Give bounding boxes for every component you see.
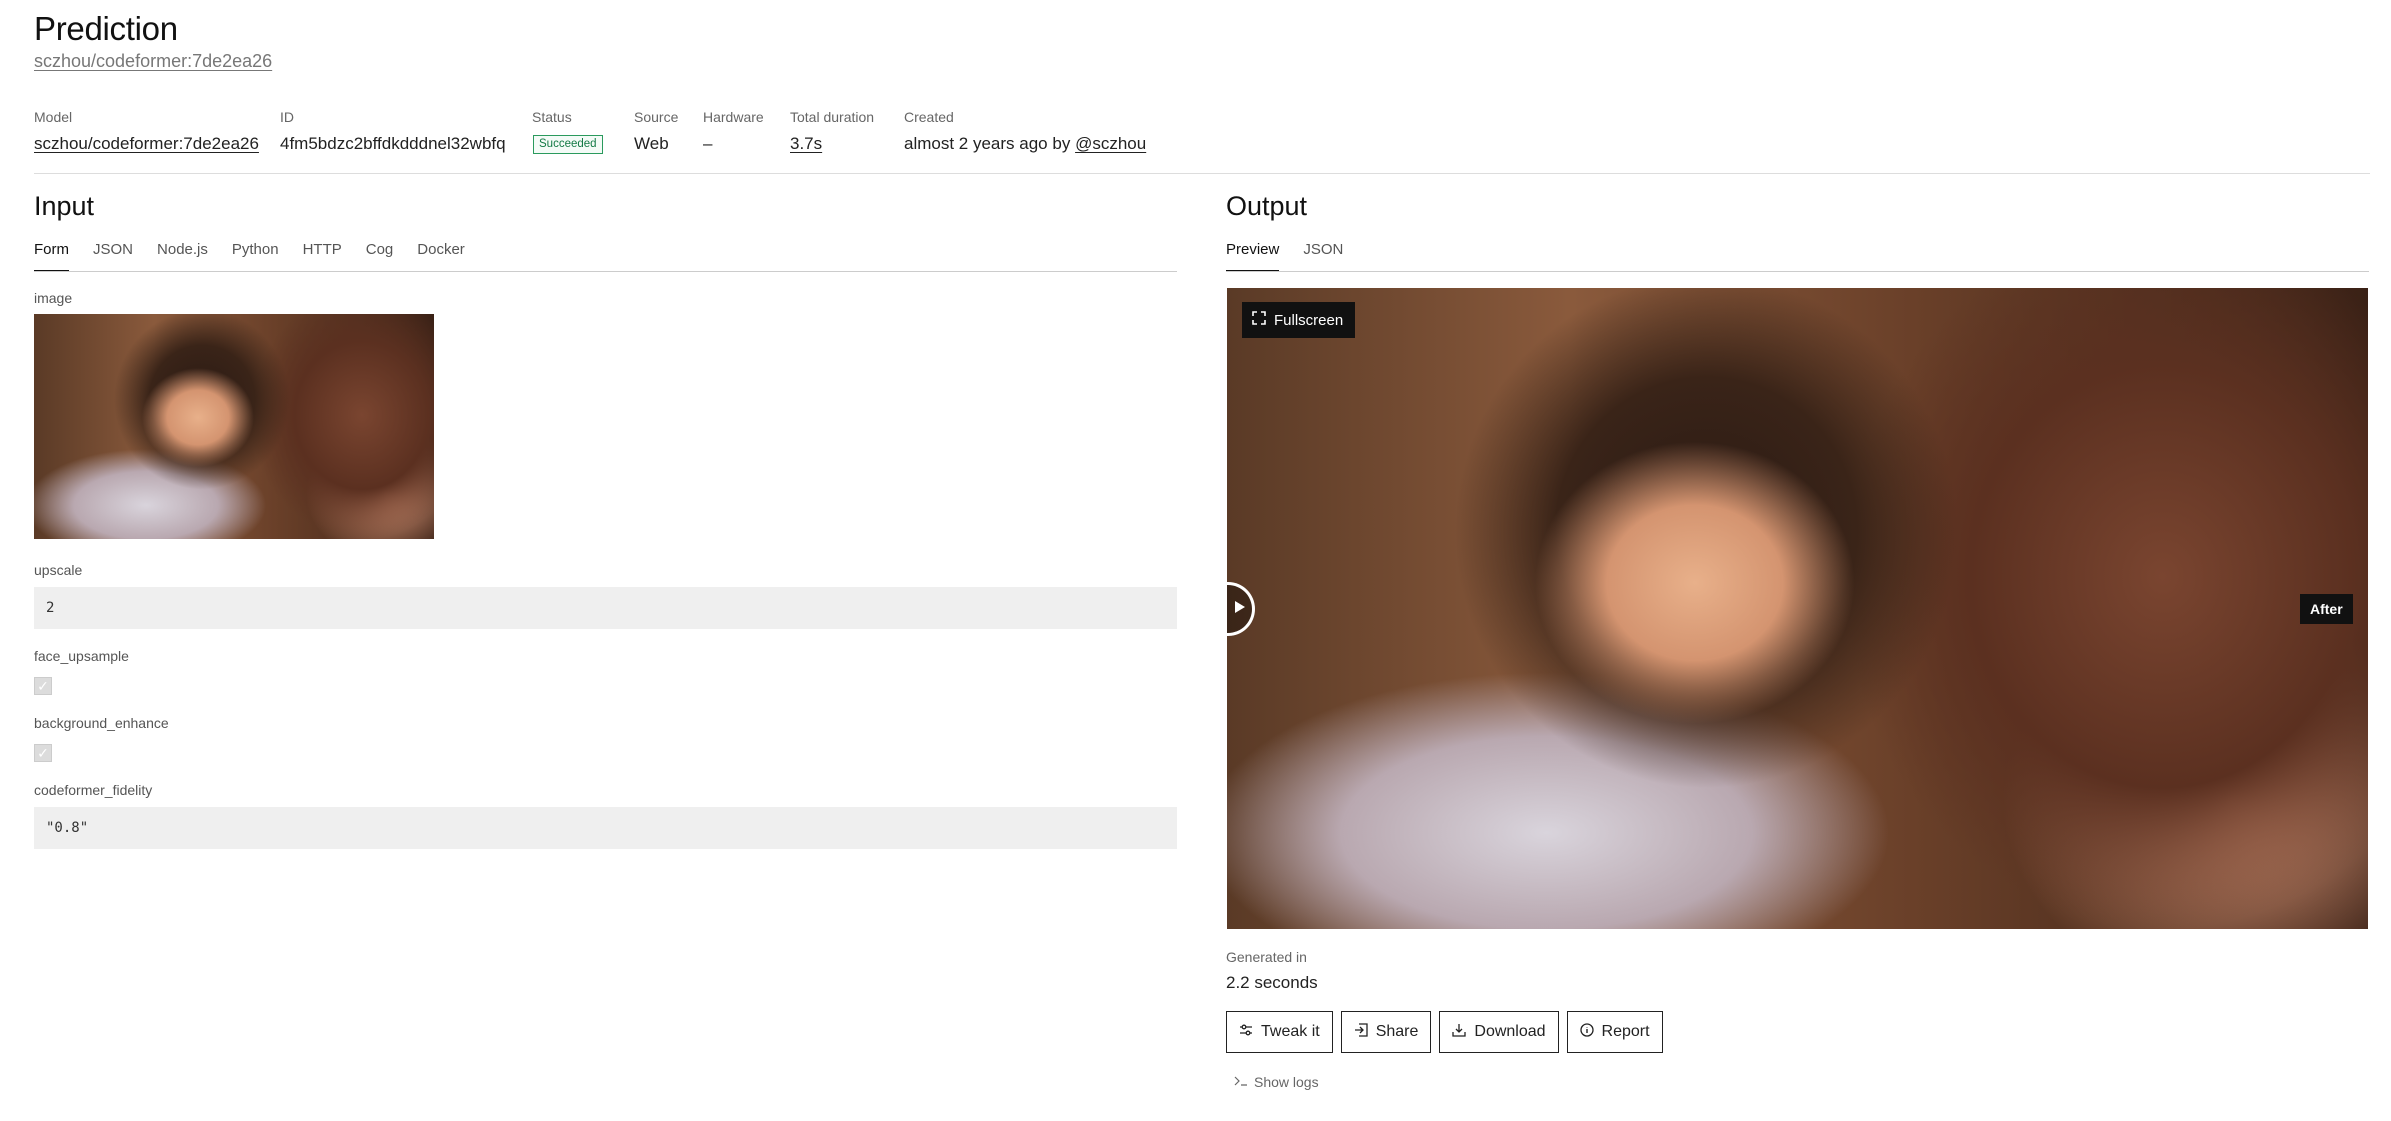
input-tabs-divider: [34, 271, 1177, 272]
input-image[interactable]: [34, 314, 434, 539]
created-label: Created: [904, 109, 954, 125]
share-icon: [1354, 1022, 1368, 1042]
output-tabs-divider: [1226, 271, 2369, 272]
created-by: by: [1052, 134, 1071, 153]
codeformer-fidelity-input[interactable]: "0.8": [34, 807, 1177, 849]
tab-preview[interactable]: Preview: [1226, 241, 1280, 272]
output-title: Output: [1226, 191, 1308, 221]
output-actions: Tweak it Share Download Report: [1226, 1011, 1663, 1053]
tab-python[interactable]: Python: [232, 241, 279, 272]
download-button[interactable]: Download: [1439, 1011, 1559, 1053]
play-triangle-icon: [1234, 600, 1246, 619]
tab-cog[interactable]: Cog: [366, 241, 394, 272]
duration-value[interactable]: 3.7s: [790, 134, 822, 154]
download-icon: [1452, 1023, 1467, 1042]
download-label: Download: [1474, 1023, 1546, 1040]
tweak-it-button[interactable]: Tweak it: [1226, 1011, 1333, 1053]
share-button[interactable]: Share: [1340, 1011, 1432, 1053]
face-upsample-checkbox[interactable]: ✓: [34, 677, 52, 695]
created-value: almost 2 years ago by @sczhou: [904, 134, 1146, 154]
model-link[interactable]: sczhou/codeformer:7de2ea26: [34, 134, 259, 154]
input-title: Input: [34, 191, 95, 221]
info-circle-icon: [1579, 1022, 1594, 1042]
hardware-value: –: [703, 134, 713, 153]
upscale-label: upscale: [34, 562, 83, 578]
upscale-input[interactable]: 2: [34, 587, 1177, 629]
fullscreen-button[interactable]: Fullscreen: [1242, 302, 1356, 338]
generated-value: 2.2 seconds: [1226, 973, 1318, 992]
tab-form[interactable]: Form: [34, 241, 69, 272]
tab-output-json[interactable]: JSON: [1303, 241, 1343, 272]
source-label: Source: [634, 109, 679, 125]
id-label: ID: [280, 109, 294, 125]
prediction-id: 4fm5bdzc2bffdkdddnel32wbfq: [280, 134, 506, 153]
sliders-icon: [1239, 1023, 1253, 1042]
input-tabs: Form JSON Node.js Python HTTP Cog Docker: [34, 241, 1177, 272]
duration-label: Total duration: [790, 109, 875, 125]
report-label: Report: [1601, 1023, 1650, 1040]
tab-http[interactable]: HTTP: [303, 241, 342, 272]
tweak-it-label: Tweak it: [1261, 1023, 1320, 1040]
expand-icon: [1252, 311, 1266, 329]
created-user-link[interactable]: @sczhou: [1075, 134, 1146, 153]
output-tabs: Preview JSON: [1226, 241, 2369, 272]
created-time: almost 2 years ago: [904, 134, 1048, 153]
share-label: Share: [1375, 1023, 1419, 1040]
status-badge: Succeeded: [533, 135, 603, 154]
output-image[interactable]: [1227, 288, 2368, 929]
hardware-label: Hardware: [703, 109, 764, 125]
codeformer-fidelity-label: codeformer_fidelity: [34, 782, 153, 798]
source-value: Web: [634, 134, 669, 153]
show-logs-toggle[interactable]: Show logs: [1234, 1074, 1319, 1090]
report-button[interactable]: Report: [1566, 1011, 1663, 1053]
image-label: image: [34, 290, 73, 306]
tab-json[interactable]: JSON: [93, 241, 133, 272]
page-title: Prediction: [34, 10, 178, 47]
model-label: Model: [34, 109, 73, 125]
status-label: Status: [532, 109, 572, 125]
tab-nodejs[interactable]: Node.js: [157, 241, 208, 272]
background-enhance-checkbox[interactable]: ✓: [34, 744, 52, 762]
face-upsample-label: face_upsample: [34, 648, 129, 664]
header-divider: [34, 173, 2370, 174]
generated-label: Generated in: [1226, 949, 1307, 965]
background-enhance-label: background_enhance: [34, 715, 169, 731]
after-label: After: [2300, 594, 2353, 624]
fullscreen-label: Fullscreen: [1274, 311, 1344, 329]
show-logs-label: Show logs: [1254, 1074, 1319, 1090]
tab-docker[interactable]: Docker: [417, 241, 465, 272]
terminal-icon: [1234, 1074, 1248, 1090]
version-link[interactable]: sczhou/codeformer:7de2ea26: [34, 51, 272, 72]
